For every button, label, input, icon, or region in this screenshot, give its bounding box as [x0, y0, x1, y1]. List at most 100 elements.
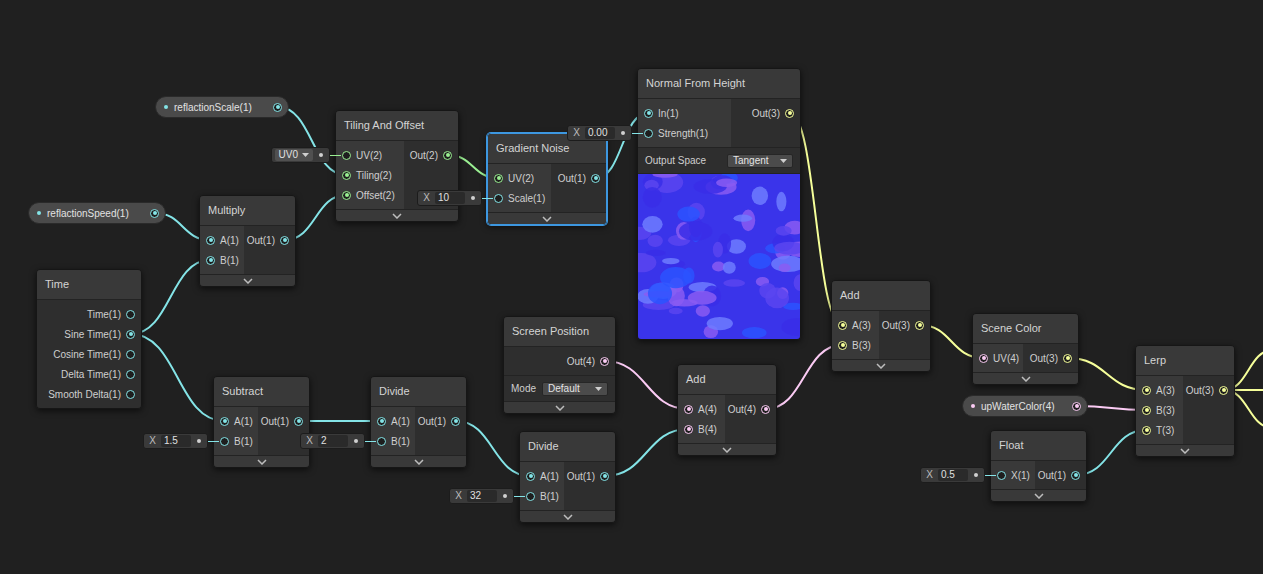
graph-node[interactable]: SubtractA(1)B(1)Out(1)	[213, 376, 310, 468]
graph-node[interactable]: Scene ColorUV(4)Out(3)	[972, 313, 1079, 385]
wire[interactable]	[605, 361, 688, 409]
port[interactable]	[600, 472, 609, 481]
wire[interactable]	[299, 420, 381, 422]
graph-node[interactable]: Screen PositionOut(4)ModeDefault	[503, 316, 616, 414]
node-footer[interactable]	[520, 510, 615, 522]
node-footer[interactable]	[678, 443, 776, 455]
port[interactable]	[526, 492, 535, 501]
node-footer[interactable]	[832, 359, 930, 371]
expand-chevron-icon[interactable]	[1034, 493, 1044, 499]
port[interactable]	[220, 417, 229, 426]
port[interactable]	[377, 417, 386, 426]
property-pill[interactable]: reflactionScale(1)	[155, 96, 289, 118]
graph-node[interactable]: FloatX(1)Out(1)	[990, 430, 1087, 502]
expand-chevron-icon[interactable]	[876, 363, 886, 369]
port[interactable]	[126, 370, 135, 379]
property-pill[interactable]: upWaterColor(4)	[962, 395, 1088, 417]
graph-node[interactable]: AddA(3)B(3)Out(3)	[831, 280, 931, 372]
node-footer[interactable]	[371, 455, 466, 467]
inline-field[interactable]: X32	[449, 488, 525, 504]
port[interactable]	[838, 341, 847, 350]
node-header[interactable]: Add	[832, 281, 930, 311]
field-value[interactable]: 0.5	[938, 469, 968, 481]
port[interactable]	[838, 321, 847, 330]
expand-chevron-icon[interactable]	[563, 514, 573, 520]
node-footer[interactable]	[1136, 444, 1234, 456]
inline-field[interactable]: X0.5	[920, 467, 996, 483]
port[interactable]	[342, 191, 351, 200]
node-header[interactable]: Subtract	[214, 377, 309, 407]
port[interactable]	[273, 103, 282, 112]
expand-chevron-icon[interactable]	[257, 459, 267, 465]
node-header[interactable]: Multiply	[200, 196, 295, 226]
node-header[interactable]: Lerp	[1136, 346, 1234, 376]
port[interactable]	[1142, 426, 1151, 435]
port[interactable]	[494, 174, 503, 183]
expand-chevron-icon[interactable]	[243, 278, 253, 284]
inline-field[interactable]: X1.5	[143, 433, 219, 449]
port[interactable]	[644, 109, 653, 118]
port[interactable]	[494, 194, 503, 203]
port[interactable]	[600, 357, 609, 366]
expand-chevron-icon[interactable]	[542, 216, 552, 222]
uv-dropdown[interactable]: UV0	[275, 149, 313, 161]
node-footer[interactable]	[214, 455, 309, 467]
expand-chevron-icon[interactable]	[722, 447, 732, 453]
node-header[interactable]: Float	[991, 431, 1086, 461]
port[interactable]	[785, 109, 794, 118]
expand-chevron-icon[interactable]	[1021, 376, 1031, 382]
port[interactable]	[220, 437, 229, 446]
node-footer[interactable]	[336, 209, 458, 221]
node-footer[interactable]	[991, 489, 1086, 501]
port[interactable]	[1142, 406, 1151, 415]
node-header[interactable]: Screen Position	[504, 317, 615, 347]
graph-node[interactable]: Normal From HeightIn(1)Strength(1)Out(3)…	[637, 68, 801, 340]
setting-dropdown[interactable]: Tangent	[727, 154, 793, 168]
port[interactable]	[644, 129, 653, 138]
port[interactable]	[1071, 471, 1080, 480]
setting-dropdown[interactable]: Default	[542, 382, 608, 396]
expand-chevron-icon[interactable]	[414, 459, 424, 465]
wire[interactable]	[131, 334, 224, 421]
field-value[interactable]: 2	[318, 435, 348, 447]
wire[interactable]	[605, 429, 688, 476]
port[interactable]	[915, 321, 924, 330]
node-header[interactable]: Normal From Height	[638, 69, 800, 99]
port[interactable]	[342, 151, 351, 160]
field-value[interactable]: 1.5	[161, 435, 191, 447]
node-header[interactable]: Divide	[371, 377, 466, 407]
port[interactable]	[294, 417, 303, 426]
node-header[interactable]: Scene Color	[973, 314, 1078, 344]
port[interactable]	[997, 471, 1006, 480]
field-value[interactable]: 0.00	[585, 127, 615, 139]
node-footer[interactable]	[973, 372, 1078, 384]
field-value[interactable]: 32	[467, 490, 497, 502]
port[interactable]	[206, 236, 215, 245]
graph-node[interactable]: DivideA(1)B(1)Out(1)	[519, 431, 616, 523]
port[interactable]	[126, 390, 135, 399]
port[interactable]	[1063, 354, 1072, 363]
node-header[interactable]: Time	[37, 270, 141, 300]
field-value[interactable]: 10	[435, 192, 465, 204]
graph-node[interactable]: MultiplyA(1)B(1)Out(1)	[199, 195, 296, 287]
graph-node[interactable]: DivideA(1)B(1)Out(1)	[370, 376, 467, 468]
node-header[interactable]: Tiling And Offset	[336, 111, 458, 141]
port[interactable]	[1142, 386, 1151, 395]
node-footer[interactable]	[488, 212, 606, 224]
port[interactable]	[280, 236, 289, 245]
node-header[interactable]: Divide	[520, 432, 615, 462]
port[interactable]	[684, 405, 693, 414]
port[interactable]	[451, 417, 460, 426]
port[interactable]	[979, 354, 988, 363]
port[interactable]	[526, 472, 535, 481]
port[interactable]	[591, 174, 600, 183]
port[interactable]	[684, 425, 693, 434]
expand-chevron-icon[interactable]	[1180, 448, 1190, 454]
graph-node[interactable]: TimeTime(1)Sine Time(1)Cosine Time(1)Del…	[36, 269, 142, 409]
port[interactable]	[761, 405, 770, 414]
node-header[interactable]: Add	[678, 365, 776, 395]
inline-field[interactable]: X10	[417, 190, 493, 206]
expand-chevron-icon[interactable]	[392, 213, 402, 219]
port[interactable]	[150, 209, 159, 218]
node-footer[interactable]	[200, 274, 295, 286]
